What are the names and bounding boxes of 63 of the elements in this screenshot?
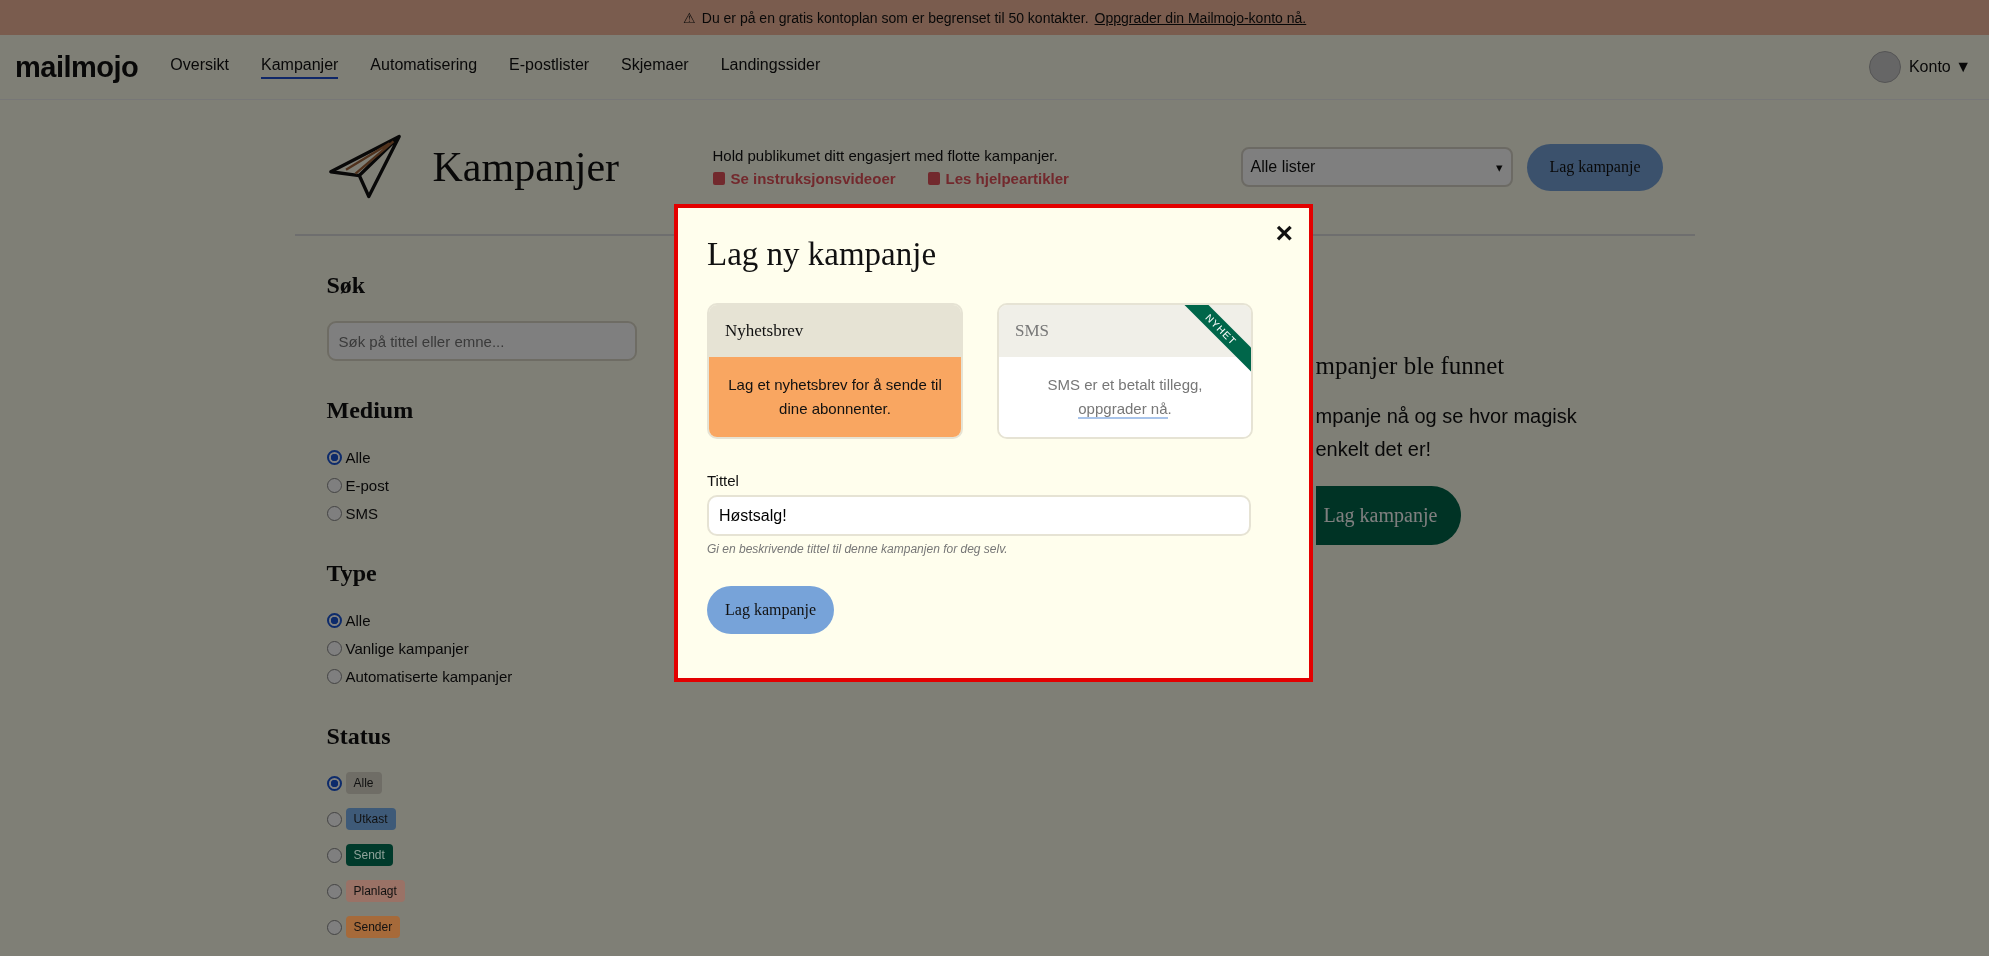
empty-text: mpanje nå og se hvor magisk: [1315, 404, 1577, 429]
card-description: SMS er et betalt tillegg, oppgrader nå.: [1046, 375, 1204, 421]
status-tag: Alle: [345, 772, 382, 794]
help-link[interactable]: Se instruksjonsvideoer: [712, 170, 896, 187]
upgrade-link[interactable]: oppgrader nå: [1078, 400, 1168, 419]
section-heading: Type: [326, 560, 378, 587]
search-field[interactable]: Søk på tittel eller emne...: [326, 321, 637, 361]
help-icon: [927, 172, 940, 185]
logo[interactable]: mailmojo: [15, 50, 139, 84]
field-label: Tittel: [707, 472, 740, 489]
status-tag: Utkast: [345, 808, 396, 830]
radio-button[interactable]: [326, 811, 342, 827]
upgrade-link[interactable]: Oppgrader din Mailmojo-konto nå.: [1094, 9, 1307, 26]
list-select[interactable]: Alle lister ▾: [1240, 147, 1513, 187]
radio-label: E-post: [345, 476, 389, 494]
warning-icon: ⚠: [682, 9, 696, 26]
section-heading: Medium: [326, 397, 415, 424]
radio-button[interactable]: [326, 612, 342, 628]
radio-button[interactable]: [326, 505, 342, 521]
notice-text: Du er på en gratis kontoplan som er begrenset til 50 kontakter.: [701, 9, 1089, 26]
radio-label: SMS: [345, 504, 378, 522]
radio-label: Automatiserte kampanjer: [345, 667, 513, 685]
status-tag: Planlagt: [345, 880, 405, 902]
radio-button[interactable]: [326, 919, 342, 935]
title-field[interactable]: Høstsalg!: [707, 495, 1251, 536]
radio-button[interactable]: [326, 847, 342, 863]
empty-text: enkelt det er!: [1315, 437, 1433, 462]
card-title: Nyhetsbrev: [709, 305, 961, 357]
field-help-text: Gi en beskrivende tittel til denne kampanjen for deg selv.: [707, 542, 1009, 556]
avatar-icon[interactable]: [1868, 51, 1901, 83]
radio-button[interactable]: [326, 883, 342, 899]
radio-button[interactable]: [326, 640, 342, 656]
status-tag: Sendt: [345, 844, 393, 866]
page-title: Kampanjer: [432, 143, 621, 191]
nav-link[interactable]: Landingssider: [720, 55, 821, 79]
help-link[interactable]: Les hjelpeartikler: [927, 170, 1069, 187]
nav-link[interactable]: Kampanjer: [261, 55, 339, 79]
create-campaign-button[interactable]: Lag kampanje: [707, 586, 835, 634]
nav-link[interactable]: E-postlister: [509, 55, 590, 79]
option-card[interactable]: Nyhetsbrev Lag et nyhetsbrev for å sende til dine abonnenter.: [707, 303, 963, 439]
nav-link[interactable]: Automatisering: [370, 55, 478, 79]
radio-button[interactable]: [326, 477, 342, 493]
radio-label: Alle: [345, 611, 371, 629]
radio-button[interactable]: [326, 775, 342, 791]
account-menu[interactable]: Konto ▼: [1908, 58, 1971, 76]
status-tag: Sender: [345, 916, 401, 938]
radio-button[interactable]: [326, 668, 342, 684]
nav-link[interactable]: Oversikt: [170, 55, 229, 79]
create-campaign-button[interactable]: Lag kampanje: [1315, 486, 1462, 545]
empty-heading: mpanjer ble funnet: [1315, 352, 1506, 380]
page-description: Hold publikumet ditt engasjert med flotte kampanjer.: [712, 147, 1059, 164]
section-heading: Status: [326, 723, 392, 750]
radio-label: Alle: [345, 448, 371, 466]
nav-link[interactable]: Skjemaer: [621, 55, 689, 79]
help-icon: [712, 172, 725, 185]
modal-title: Lag ny kampanje: [707, 236, 938, 273]
radio-button[interactable]: [326, 449, 342, 465]
section-heading: Søk: [326, 272, 367, 299]
radio-label: Vanlige kampanjer: [345, 639, 469, 657]
caret-icon: ▾: [1495, 159, 1503, 175]
close-button[interactable]: ×: [1271, 216, 1297, 250]
paper-plane-icon: [326, 133, 403, 201]
card-description: Lag et nyhetsbrev for å sende til dine abonnenter.: [727, 375, 943, 419]
